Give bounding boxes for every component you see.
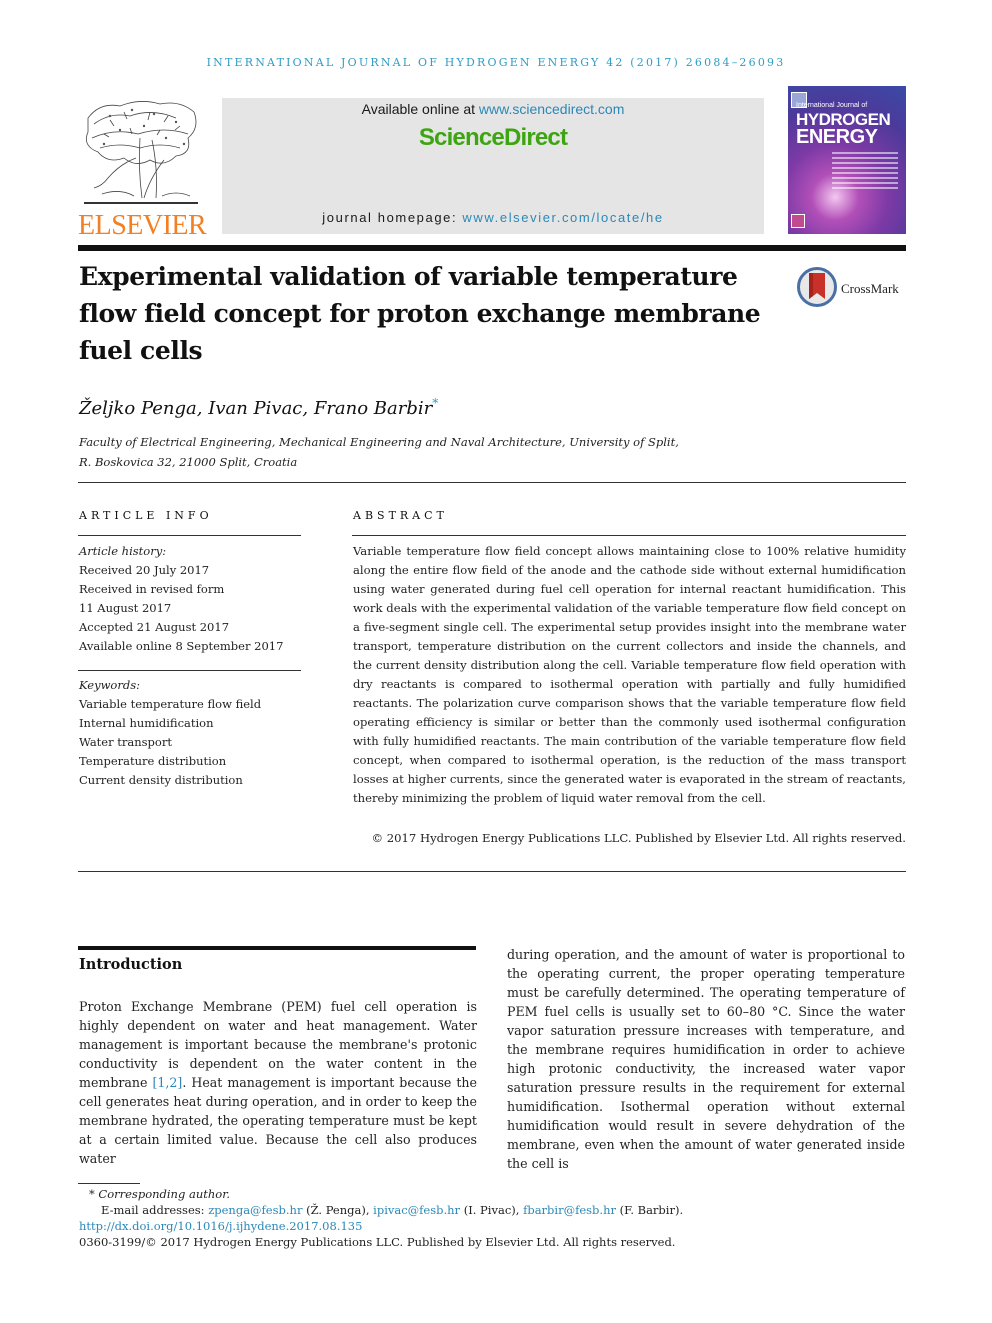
elsevier-wordmark: ELSEVIER [78, 210, 207, 241]
sciencedirect-link[interactable]: www.sciencedirect.com [479, 101, 625, 117]
cover-title-line1: International Journal of [796, 102, 868, 109]
corresponding-author-note: * Corresponding author. [79, 1186, 779, 1202]
keyword-item: Current density distribution [79, 773, 243, 787]
elsevier-tree-icon [84, 101, 198, 204]
keywords-label: Keywords: [79, 678, 140, 692]
sciencedirect-logo[interactable]: ScienceDirect [222, 124, 764, 152]
email-addresses: E-mail addresses: zpenga@fesb.hr (Ž. Pen… [79, 1202, 779, 1218]
crossmark-button[interactable]: CrossMark [797, 267, 909, 311]
email-link-penga[interactable]: zpenga@fesb.hr [208, 1203, 302, 1217]
article-title: Experimental validation of variable temp… [79, 262, 761, 365]
abstract-bottom-divider [78, 871, 906, 872]
abstract-heading: ABSTRACT [353, 509, 448, 522]
corresponding-author-marker[interactable]: * [432, 396, 438, 410]
keyword-item: Internal humidification [79, 716, 214, 730]
affiliation: Faculty of Electrical Engineering, Mecha… [79, 432, 679, 472]
corresponding-author-label: Corresponding author. [98, 1187, 231, 1201]
email-link-pivac[interactable]: ipivac@fesb.hr [373, 1203, 460, 1217]
available-online-label: Available online at [361, 101, 479, 117]
introduction-column-right: during operation, and the amount of wate… [507, 947, 905, 1171]
email-owner: (I. Pivac), [460, 1203, 524, 1217]
journal-homepage-label: journal homepage: [322, 210, 463, 225]
history-item: Received 20 July 2017 [79, 563, 210, 577]
cover-ihe-badge-icon [791, 214, 805, 228]
article-history-label: Article history: [79, 544, 167, 558]
keyword-item: Temperature distribution [79, 754, 227, 768]
email-label: E-mail addresses: [101, 1203, 209, 1217]
sciencedirect-banner: Available online at www.sciencedirect.co… [222, 98, 764, 234]
abstract-divider [352, 535, 906, 536]
author-list: Željko Penga, Ivan Pivac, Frano Barbir* [79, 396, 438, 419]
introduction-heading: Introduction [79, 956, 183, 973]
available-online-line: Available online at www.sciencedirect.co… [222, 101, 764, 117]
journal-homepage-line: journal homepage: www.elsevier.com/locat… [222, 210, 764, 225]
abstract-copyright: © 2017 Hydrogen Energy Publications LLC.… [371, 831, 907, 845]
header-divider [78, 245, 906, 251]
keywords-divider [78, 670, 301, 671]
introduction-rule [78, 946, 476, 950]
cover-title-line3: ENERGY [796, 126, 878, 148]
affiliation-line1: Faculty of Electrical Engineering, Mecha… [79, 435, 679, 449]
crossmark-label: CrossMark [841, 281, 899, 296]
issn-copyright: 0360-3199/© 2017 Hydrogen Energy Publica… [79, 1235, 676, 1249]
journal-homepage-link[interactable]: www.elsevier.com/locate/he [462, 210, 663, 225]
article-info-divider [78, 535, 301, 536]
crossmark-icon [797, 267, 837, 307]
article-info-heading: ARTICLE INFO [79, 509, 213, 522]
footnote-marker: * [89, 1187, 95, 1201]
introduction-column-left: Proton Exchange Membrane (PEM) fuel cell… [79, 997, 477, 1168]
article-history: Article history: Received 20 July 2017 R… [79, 542, 301, 656]
footnote-divider [78, 1183, 140, 1184]
running-head: INTERNATIONAL JOURNAL OF HYDROGEN ENERGY… [206, 56, 786, 69]
affiliation-line2: R. Boskovica 32, 21000 Split, Croatia [79, 455, 298, 469]
citation-link[interactable]: [1,2] [152, 1075, 182, 1090]
footnotes: * Corresponding author. E-mail addresses… [79, 1186, 779, 1250]
cover-editor-list [832, 152, 898, 192]
elsevier-logo: ELSEVIER [78, 98, 207, 241]
authors-divider [78, 482, 906, 483]
keywords: Keywords: Variable temperature flow fiel… [79, 676, 301, 790]
keyword-item: Water transport [79, 735, 172, 749]
email-owner: (Ž. Penga), [302, 1203, 374, 1217]
keyword-item: Variable temperature flow field [79, 697, 262, 711]
email-link-barbir[interactable]: fbarbir@fesb.hr [523, 1203, 616, 1217]
doi-link[interactable]: http://dx.doi.org/10.1016/j.ijhydene.201… [79, 1218, 779, 1234]
abstract-text: Variable temperature flow field concept … [353, 544, 906, 805]
journal-cover-image[interactable]: International Journal of HYDROGEN ENERGY [788, 86, 906, 234]
history-item: 11 August 2017 [79, 601, 172, 615]
email-owner: (F. Barbir). [615, 1203, 684, 1217]
history-item: Received in revised form [79, 582, 225, 596]
history-item: Accepted 21 August 2017 [79, 620, 230, 634]
author-names: Željko Penga, Ivan Pivac, Frano Barbir [79, 398, 433, 419]
history-item: Available online 8 September 2017 [79, 639, 284, 653]
